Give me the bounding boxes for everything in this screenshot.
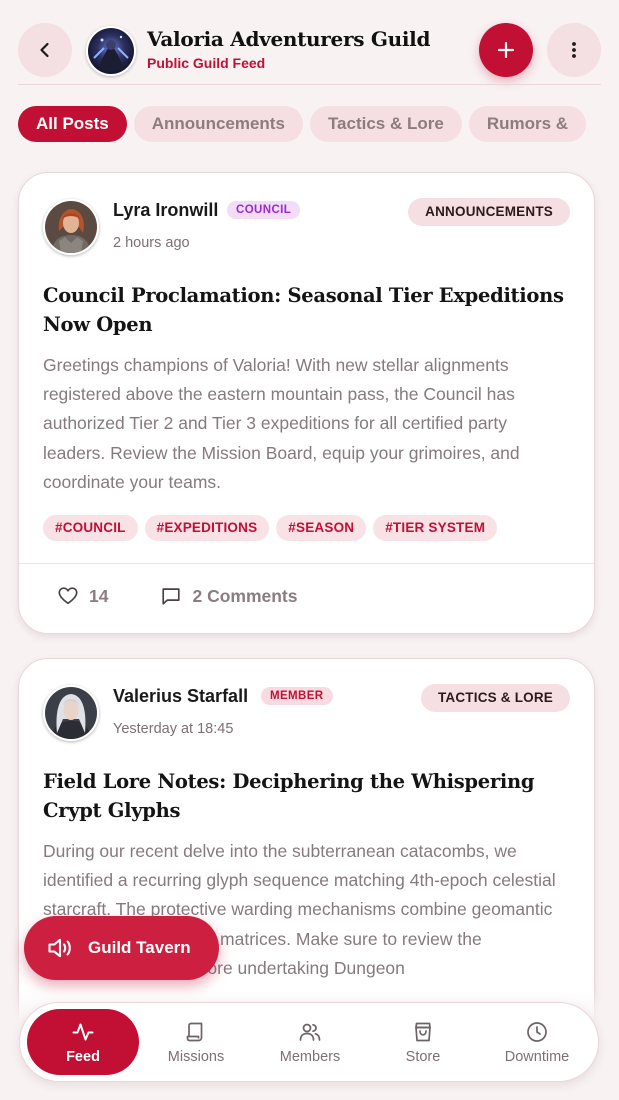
page-subtitle: Public Guild Feed xyxy=(147,55,266,71)
author-portrait-image xyxy=(45,687,97,739)
page-title: Valoria Adventurers Guild xyxy=(147,27,431,51)
author-name[interactable]: Valerius Starfall xyxy=(113,686,248,707)
comment-icon xyxy=(162,588,181,605)
post-title[interactable]: Field Lore Notes: Deciphering the Whispe… xyxy=(43,767,570,825)
category-badge[interactable]: TACTICS & LORE xyxy=(420,684,570,712)
back-button[interactable] xyxy=(18,23,72,77)
header-divider xyxy=(18,84,601,85)
comments-button[interactable]: 2 Comments xyxy=(160,585,298,607)
post-timestamp: Yesterday at 18:45 xyxy=(113,721,234,737)
filter-rumors[interactable]: Rumors & xyxy=(468,106,587,142)
tag-chip[interactable]: #EXPEDITIONS xyxy=(144,515,270,541)
more-vertical-icon xyxy=(572,42,576,58)
author-portrait-image xyxy=(45,201,97,253)
scroll-icon xyxy=(186,1022,203,1041)
comment-count: 2 Comments xyxy=(192,585,298,606)
nav-label: Store xyxy=(405,1048,441,1065)
app-header: Valoria Adventurers Guild Public Guild F… xyxy=(0,0,619,86)
author-name[interactable]: Lyra Ironwill xyxy=(113,200,218,221)
filter-all-posts[interactable]: All Posts xyxy=(18,106,127,142)
speaker-icon xyxy=(48,938,71,958)
role-badge: COUNCIL xyxy=(227,201,301,219)
nav-item-feed[interactable]: Feed xyxy=(27,1009,139,1075)
nav-label: Members xyxy=(279,1048,341,1065)
avatar[interactable] xyxy=(43,199,99,255)
filter-tactics-lore[interactable]: Tactics & Lore xyxy=(309,106,462,142)
bottom-navigation: Feed Missions Members Store Downtime xyxy=(19,1002,599,1082)
like-button[interactable]: 14 xyxy=(57,585,108,607)
plus-icon xyxy=(497,41,515,59)
card-divider xyxy=(19,563,594,564)
role-badge: MEMBER xyxy=(261,687,333,705)
guild-avatar[interactable] xyxy=(86,26,136,76)
nav-item-store[interactable]: Store xyxy=(367,1009,479,1075)
tag-chip[interactable]: #COUNCIL xyxy=(43,515,138,541)
post-tags: #COUNCIL #EXPEDITIONS #SEASON #TIER SYSTEM xyxy=(43,515,504,541)
heart-icon xyxy=(58,587,78,605)
new-post-button[interactable] xyxy=(479,23,533,77)
post-title[interactable]: Council Proclamation: Seasonal Tier Expe… xyxy=(43,281,570,339)
guild-tavern-button[interactable]: Guild Tavern xyxy=(24,916,219,980)
post-card[interactable]: Lyra Ironwill COUNCIL 2 hours ago ANNOUN… xyxy=(18,172,595,634)
activity-icon xyxy=(72,1023,94,1040)
more-options-button[interactable] xyxy=(547,23,601,77)
tag-chip[interactable]: #SEASON xyxy=(276,515,367,541)
clock-icon xyxy=(527,1021,547,1042)
nav-item-missions[interactable]: Missions xyxy=(140,1009,252,1075)
nav-label: Downtime xyxy=(504,1048,570,1065)
nav-item-members[interactable]: Members xyxy=(254,1009,366,1075)
guild-emblem-image xyxy=(88,28,134,74)
filter-announcements[interactable]: Announcements xyxy=(133,106,303,142)
post-body: Greetings champions of Valoria! With new… xyxy=(43,355,520,492)
nav-item-downtime[interactable]: Downtime xyxy=(481,1009,593,1075)
bag-icon xyxy=(415,1022,431,1041)
category-badge[interactable]: ANNOUNCEMENTS xyxy=(408,198,570,226)
tag-chip[interactable]: #TIER SYSTEM xyxy=(373,515,498,541)
guild-tavern-label: Guild Tavern xyxy=(88,938,191,957)
nav-label: Feed xyxy=(66,1048,100,1065)
users-icon xyxy=(299,1023,321,1041)
category-filters: All Posts Announcements Tactics & Lore Rumo… xyxy=(18,106,596,142)
post-actions: 14 2 Comments xyxy=(57,585,350,607)
post-timestamp: 2 hours ago xyxy=(113,235,190,251)
chevron-left-icon xyxy=(40,42,49,58)
like-count: 14 xyxy=(89,585,109,606)
avatar[interactable] xyxy=(43,685,99,741)
nav-label: Missions xyxy=(167,1048,225,1065)
